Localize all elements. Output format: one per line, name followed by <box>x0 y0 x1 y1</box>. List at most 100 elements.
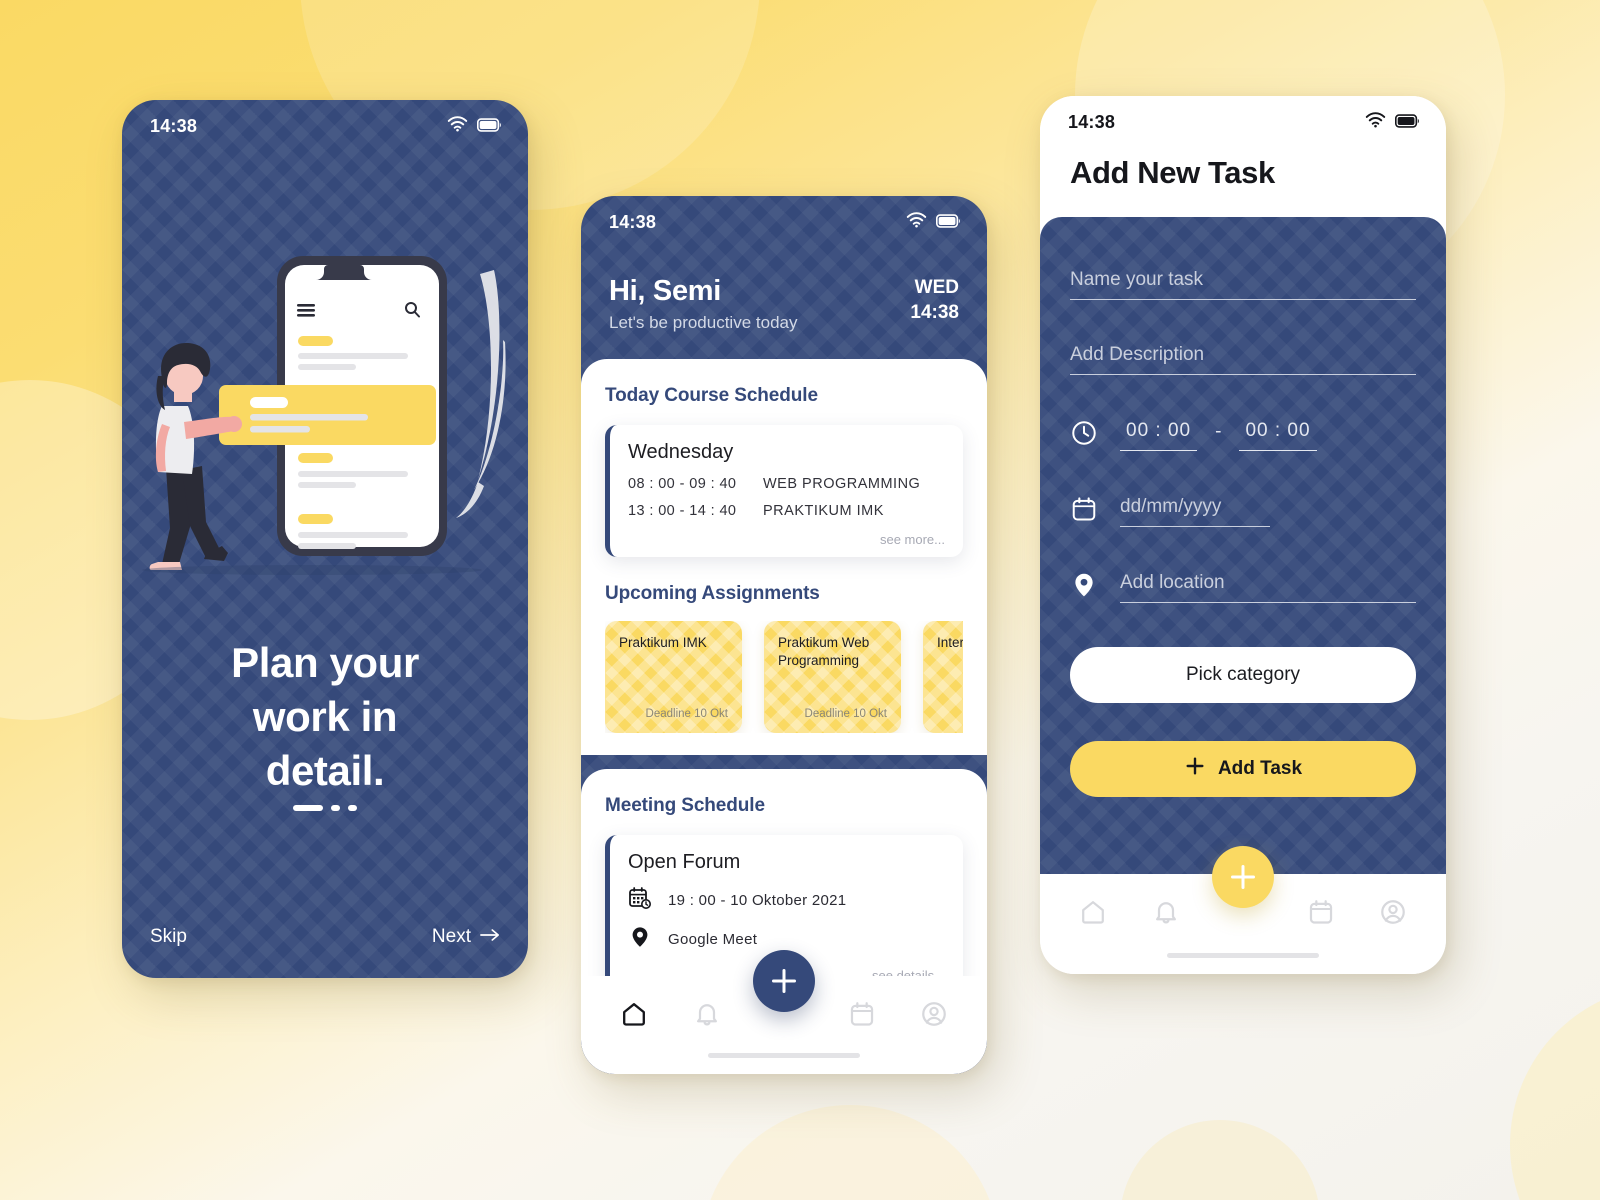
home-icon <box>1082 901 1104 924</box>
pagination-indicator <box>122 805 528 811</box>
pick-category-button[interactable]: Pick category <box>1070 647 1416 703</box>
header-datetime: WED 14:38 <box>910 275 959 325</box>
add-task-screen: 14:38 Add New Task Name your task Add De… <box>1040 96 1446 974</box>
battery-icon <box>935 212 961 233</box>
calendar-icon <box>1070 495 1098 523</box>
task-name-field-row: Name your task <box>1070 269 1416 300</box>
nav-item-home[interactable] <box>1070 898 1116 926</box>
task-description-field-row: Add Description <box>1070 344 1416 375</box>
home-icon <box>623 1003 645 1026</box>
status-bar: 14:38 <box>581 196 987 233</box>
map-pin-icon <box>1070 571 1098 599</box>
nav-item-calendar[interactable] <box>839 1000 885 1028</box>
add-task-form-panel: Name your task Add Description 00 : 00 -… <box>1040 217 1446 921</box>
bell-icon <box>696 1004 717 1026</box>
battery-icon <box>476 116 502 137</box>
page-title: Plan your work in detail. <box>122 636 528 797</box>
header-day: WED <box>914 277 959 298</box>
assignments-section-title: Upcoming Assignments <box>605 583 820 604</box>
plus-icon <box>1230 864 1255 889</box>
wifi-icon <box>447 116 468 137</box>
course-card-day: Wednesday <box>628 441 734 463</box>
time-start-input[interactable]: 00 : 00 <box>1120 420 1198 451</box>
background-circle-decoration <box>1510 985 1600 1200</box>
task-date-field-row: dd/mm/yyyy <box>1070 495 1416 527</box>
pagination-dot[interactable] <box>331 805 340 811</box>
time-end-input[interactable]: 00 : 00 <box>1239 420 1317 451</box>
design-canvas: 14:38 Plan your work in detail. Skip Nex… <box>0 0 1600 1200</box>
course-and-assignments-sheet: Today Course Schedule Wednesday 08 : 00 … <box>581 359 987 755</box>
time-range-separator: - <box>1215 421 1222 442</box>
page-title: Add New Task <box>1070 155 1275 190</box>
status-bar-time: 14:38 <box>609 212 657 232</box>
arrow-right-icon <box>480 926 500 948</box>
add-task-header: 14:38 Add New Task <box>1040 96 1446 217</box>
add-task-button[interactable]: Add Task <box>1070 741 1416 797</box>
task-description-input[interactable]: Add Description <box>1070 344 1416 375</box>
task-location-input[interactable]: Add location <box>1120 572 1416 603</box>
nav-item-profile[interactable] <box>1370 898 1416 926</box>
plus-icon <box>771 968 796 993</box>
assignment-card[interactable]: Praktikum Web Programming Deadline 10 Ok… <box>764 621 901 733</box>
home-indicator <box>1167 953 1319 958</box>
pagination-dot[interactable] <box>348 805 357 811</box>
meeting-section-title: Meeting Schedule <box>605 795 765 816</box>
add-task-fab[interactable] <box>1212 846 1274 908</box>
background-circle-decoration <box>1120 1120 1320 1200</box>
assignments-carousel[interactable]: Praktikum IMK Deadline 10 Okt Praktikum … <box>605 621 963 733</box>
assignment-deadline: Deadline 10 Okt <box>645 708 728 720</box>
status-bar: 14:38 <box>1040 96 1446 133</box>
headline-line-2: work in <box>252 692 398 740</box>
headline-line-1: Plan your <box>231 639 419 686</box>
wifi-icon <box>1365 112 1386 133</box>
assignment-card[interactable]: Praktikum IMK Deadline 10 Okt <box>605 621 742 733</box>
headline-line-3: detail. <box>265 746 385 794</box>
home-screen: 14:38 Hi, Semi Let's be productive today… <box>581 196 987 1074</box>
assignment-title: Praktikum Web Programming <box>778 635 870 668</box>
nav-item-notifications[interactable] <box>684 1000 730 1028</box>
status-bar-time: 14:38 <box>1068 112 1116 132</box>
meeting-date-text: 19 : 00 - 10 Oktober 2021 <box>668 892 847 909</box>
assignment-title: Inter Man Kom <box>937 635 963 650</box>
pagination-dash-active[interactable] <box>293 805 323 811</box>
pick-category-label: Pick category <box>1185 664 1301 685</box>
greeting-name: Hi, Semi <box>609 275 722 307</box>
greeting-header: Hi, Semi Let's be productive today WED 1… <box>581 233 987 333</box>
next-button[interactable]: Next <box>432 926 500 948</box>
onboarding-illustration <box>122 250 528 610</box>
add-task-fab[interactable] <box>753 950 815 1012</box>
table-row: 08 : 00 - 09 : 40 WEB PROGRAMMING <box>628 476 945 492</box>
status-bar: 14:38 <box>122 100 528 137</box>
assignment-title: Praktikum IMK <box>619 635 707 650</box>
meeting-date-row: 19 : 00 - 10 Oktober 2021 <box>628 886 945 915</box>
nav-item-calendar[interactable] <box>1298 898 1344 926</box>
calendar-clock-icon <box>628 886 652 915</box>
course-section-title: Today Course Schedule <box>605 385 818 406</box>
course-name: PRAKTIKUM IMK <box>763 503 884 519</box>
task-location-field-row: Add location <box>1070 571 1416 603</box>
course-time: 08 : 00 - 09 : 40 <box>628 476 737 492</box>
course-schedule-card[interactable]: Wednesday 08 : 00 - 09 : 40 WEB PROGRAMM… <box>605 425 963 557</box>
plus-icon <box>1184 755 1206 783</box>
user-circle-icon <box>1381 900 1405 924</box>
course-time: 13 : 00 - 14 : 40 <box>628 503 737 519</box>
assignment-deadline: De <box>937 708 963 720</box>
user-circle-icon <box>922 1002 946 1026</box>
skip-button[interactable]: Skip <box>150 926 187 948</box>
nav-item-home[interactable] <box>611 1000 657 1028</box>
task-name-input[interactable]: Name your task <box>1070 269 1416 300</box>
table-row: 13 : 00 - 14 : 40 PRAKTIKUM IMK <box>628 503 945 519</box>
clock-icon <box>1070 419 1098 447</box>
map-pin-icon <box>628 925 652 954</box>
course-name: WEB PROGRAMMING <box>763 476 921 492</box>
status-bar-time: 14:38 <box>150 116 198 136</box>
nav-item-profile[interactable] <box>911 1000 957 1028</box>
home-indicator <box>708 1053 860 1058</box>
assignment-deadline: Deadline 10 Okt <box>804 708 887 720</box>
nav-item-notifications[interactable] <box>1143 898 1189 926</box>
see-more-link[interactable]: see more... <box>628 530 945 547</box>
meeting-location-text: Google Meet <box>668 931 758 948</box>
task-date-input[interactable]: dd/mm/yyyy <box>1120 496 1270 527</box>
assignment-card[interactable]: Inter Man Kom De <box>923 621 963 733</box>
wifi-icon <box>906 212 927 233</box>
